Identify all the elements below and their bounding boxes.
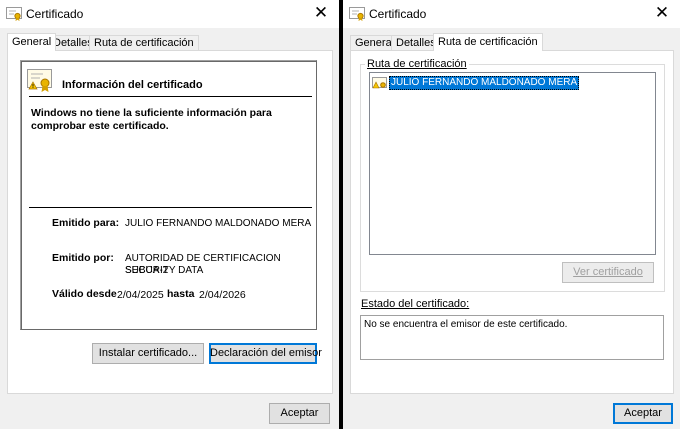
title-bar: Certificado ✕ bbox=[0, 0, 339, 28]
status-label-text: Estado del certificado: bbox=[361, 298, 470, 310]
certificate-window-path: Certificado ✕ General Detalles Ruta de c… bbox=[343, 0, 680, 429]
group-label-text: Ruta de certificación bbox=[367, 58, 467, 70]
certificate-icon bbox=[349, 7, 365, 21]
tree-item-label: JULIO FERNANDO MALDONADO MERA bbox=[389, 76, 580, 90]
title-bar: Certificado ✕ bbox=[343, 0, 680, 28]
valid-from-label: Válido desde bbox=[52, 288, 117, 300]
issuer-statement-button[interactable]: Declaración del emisor bbox=[209, 343, 322, 364]
ok-button[interactable]: Aceptar bbox=[269, 403, 330, 424]
issued-by-label: Emitido por: bbox=[52, 252, 114, 264]
divider bbox=[29, 96, 312, 97]
certification-path-group-label: Ruta de certificación bbox=[365, 58, 469, 70]
close-icon[interactable]: ✕ bbox=[311, 3, 331, 23]
install-certificate-label: Instalar certificado... bbox=[98, 347, 198, 359]
valid-from-value: 2/04/2025 bbox=[117, 289, 164, 301]
info-title: Información del certificado bbox=[62, 79, 203, 91]
issued-to-label: Emitido para: bbox=[52, 217, 120, 229]
status-text: No se encuentra el emisor de este certif… bbox=[364, 319, 568, 330]
warning-text: Windows no tiene la suficiente informaci… bbox=[31, 107, 272, 132]
certificate-info-box: Información del certificado Windows no t… bbox=[20, 60, 317, 330]
view-certificate-button[interactable]: Ver certificado bbox=[562, 262, 654, 283]
valid-to-value: 2/04/2026 bbox=[199, 289, 246, 301]
certificate-warning-icon bbox=[372, 77, 387, 89]
close-icon[interactable]: ✕ bbox=[652, 3, 672, 23]
certificate-status-box[interactable]: No se encuentra el emisor de este certif… bbox=[360, 315, 664, 360]
tab-certification-path[interactable]: Ruta de certificación bbox=[89, 35, 199, 51]
divider bbox=[29, 207, 312, 208]
issuer-statement-label: Declaración del emisor bbox=[210, 347, 322, 359]
issued-by-value-line2: SECURITY DATA bbox=[125, 265, 204, 276]
certificate-window-general: Certificado ✕ General Detalles Ruta de c… bbox=[0, 0, 339, 429]
certificate-icon bbox=[6, 7, 22, 21]
view-certificate-label: Ver certificado bbox=[573, 266, 643, 278]
certificate-status-label: Estado del certificado: bbox=[361, 298, 469, 310]
certification-path-tree[interactable]: JULIO FERNANDO MALDONADO MERA bbox=[369, 72, 656, 255]
valid-to-label: hasta bbox=[167, 288, 195, 300]
install-certificate-button[interactable]: Instalar certificado... bbox=[92, 343, 204, 364]
tab-general[interactable]: General bbox=[7, 33, 57, 51]
certificate-warning-icon bbox=[27, 69, 52, 92]
issued-to-value: JULIO FERNANDO MALDONADO MERA bbox=[125, 218, 312, 229]
tab-certification-path[interactable]: Ruta de certificación bbox=[433, 33, 543, 51]
window-title: Certificado bbox=[26, 7, 84, 21]
ok-button[interactable]: Aceptar bbox=[613, 403, 673, 424]
window-title: Certificado bbox=[369, 7, 427, 21]
